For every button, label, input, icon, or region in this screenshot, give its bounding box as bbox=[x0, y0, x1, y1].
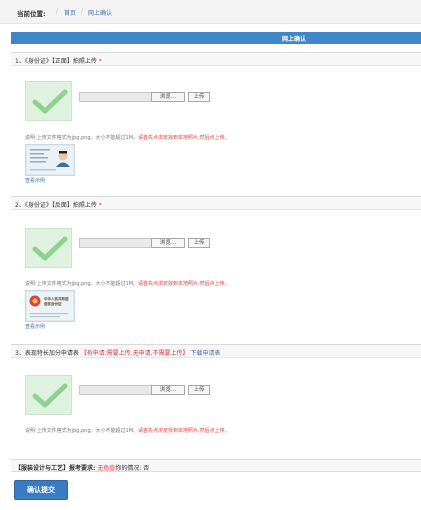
view-sample-link[interactable]: 查看示例 bbox=[25, 177, 45, 184]
download-application-link[interactable]: 下载申请表 bbox=[190, 350, 220, 357]
upload-button[interactable]: 上传 bbox=[188, 92, 210, 102]
section-header: 3、表现特长加分申请表 【有申请,需要上传,无申请,不需要上传】 下载申请表 bbox=[11, 345, 421, 358]
note-format: 说明:上传文件格式为jpg,png。大小不能超过1M。 bbox=[25, 281, 139, 287]
upload-button[interactable]: 上传 bbox=[188, 385, 210, 395]
section-title: 3、表现特长加分申请表 bbox=[15, 350, 79, 357]
upload-section-application: 3、表现特长加分申请表 【有申请,需要上传,无申请,不需要上传】 下载申请表 浏… bbox=[11, 344, 421, 449]
check-icon bbox=[32, 383, 68, 408]
section-title: 1、《身份证》【正面】拍照上传 bbox=[15, 58, 97, 65]
note-warning: 请首先点浏览找到本地照片,然后点上传。 bbox=[138, 428, 230, 434]
breadcrumb-current: 网上确认 bbox=[88, 10, 113, 17]
status-label: 你的情况: bbox=[115, 465, 142, 472]
id-card-back-caption: 中华人民共和国 居民身份证 bbox=[44, 297, 69, 306]
section-title: 2、《身份证》【反面】拍照上传 bbox=[15, 202, 97, 209]
confirm-submit-button[interactable]: 确认提交 bbox=[14, 480, 68, 500]
upload-section-id-front: 1、《身份证》【正面】拍照上传 * 浏览... 上传 说明:上传文件格式为jpg… bbox=[11, 52, 421, 195]
id-card-front-image bbox=[25, 144, 75, 176]
breadcrumb-label: 当前位置: bbox=[17, 10, 46, 18]
upload-button[interactable]: 上传 bbox=[188, 238, 210, 248]
required-mark: * bbox=[98, 202, 102, 209]
upload-preview bbox=[25, 228, 72, 268]
upload-preview bbox=[25, 81, 72, 121]
browse-button[interactable]: 浏览... bbox=[151, 385, 185, 395]
breadcrumb: 当前位置: / 首页 / 网上确认 bbox=[0, 0, 421, 24]
status-value: 否 bbox=[143, 465, 150, 472]
breadcrumb-separator: / bbox=[81, 8, 84, 15]
check-icon bbox=[32, 236, 68, 261]
upload-preview bbox=[25, 375, 72, 415]
note-format: 说明:上传文件格式为jpg,png。大小不能超过1M。 bbox=[25, 135, 139, 141]
header-title: 网上确认 bbox=[282, 36, 307, 43]
requirement-subject: 【服装设计与工艺】报考要求: bbox=[15, 465, 96, 472]
breadcrumb-separator: / bbox=[56, 8, 59, 15]
browse-button[interactable]: 浏览... bbox=[151, 238, 185, 248]
requirement-row: 【服装设计与工艺】报考要求: 无色盲你的情况: 否 bbox=[11, 459, 421, 472]
view-sample-link[interactable]: 查看示例 bbox=[25, 323, 45, 330]
section-header: 1、《身份证》【正面】拍照上传 * bbox=[11, 53, 421, 66]
confirm-header: 网上确认 bbox=[11, 32, 421, 44]
check-icon bbox=[32, 89, 68, 114]
upload-note: 说明:上传文件格式为jpg,png。大小不能超过1M。请首先点浏览找到本地照片,… bbox=[25, 134, 230, 141]
upload-note: 说明:上传文件格式为jpg,png。大小不能超过1M。请首先点浏览找到本地照片,… bbox=[25, 427, 230, 434]
note-format: 说明:上传文件格式为jpg,png。大小不能超过1M。 bbox=[25, 428, 139, 434]
id-card-back-sample[interactable]: 中华人民共和国 居民身份证 bbox=[25, 290, 75, 322]
note-warning: 请首先点浏览找到本地照片,然后点上传。 bbox=[138, 135, 230, 141]
upload-section-id-back: 2、《身份证》【反面】拍照上传 * 浏览... 上传 说明:上传文件格式为jpg… bbox=[11, 196, 421, 339]
section-header: 2、《身份证》【反面】拍照上传 * bbox=[11, 197, 421, 210]
required-mark: * bbox=[98, 58, 102, 65]
requirement-value: 无色盲 bbox=[97, 465, 116, 472]
browse-button[interactable]: 浏览... bbox=[151, 92, 185, 102]
breadcrumb-home-link[interactable]: 首页 bbox=[64, 8, 76, 17]
upload-note: 说明:上传文件格式为jpg,png。大小不能超过1M。请首先点浏览找到本地照片,… bbox=[25, 280, 230, 287]
note-warning: 请首先点浏览找到本地照片,然后点上传。 bbox=[138, 281, 230, 287]
id-card-front-sample[interactable] bbox=[25, 144, 75, 176]
application-instruction: 【有申请,需要上传,无申请,不需要上传】 bbox=[80, 350, 189, 357]
